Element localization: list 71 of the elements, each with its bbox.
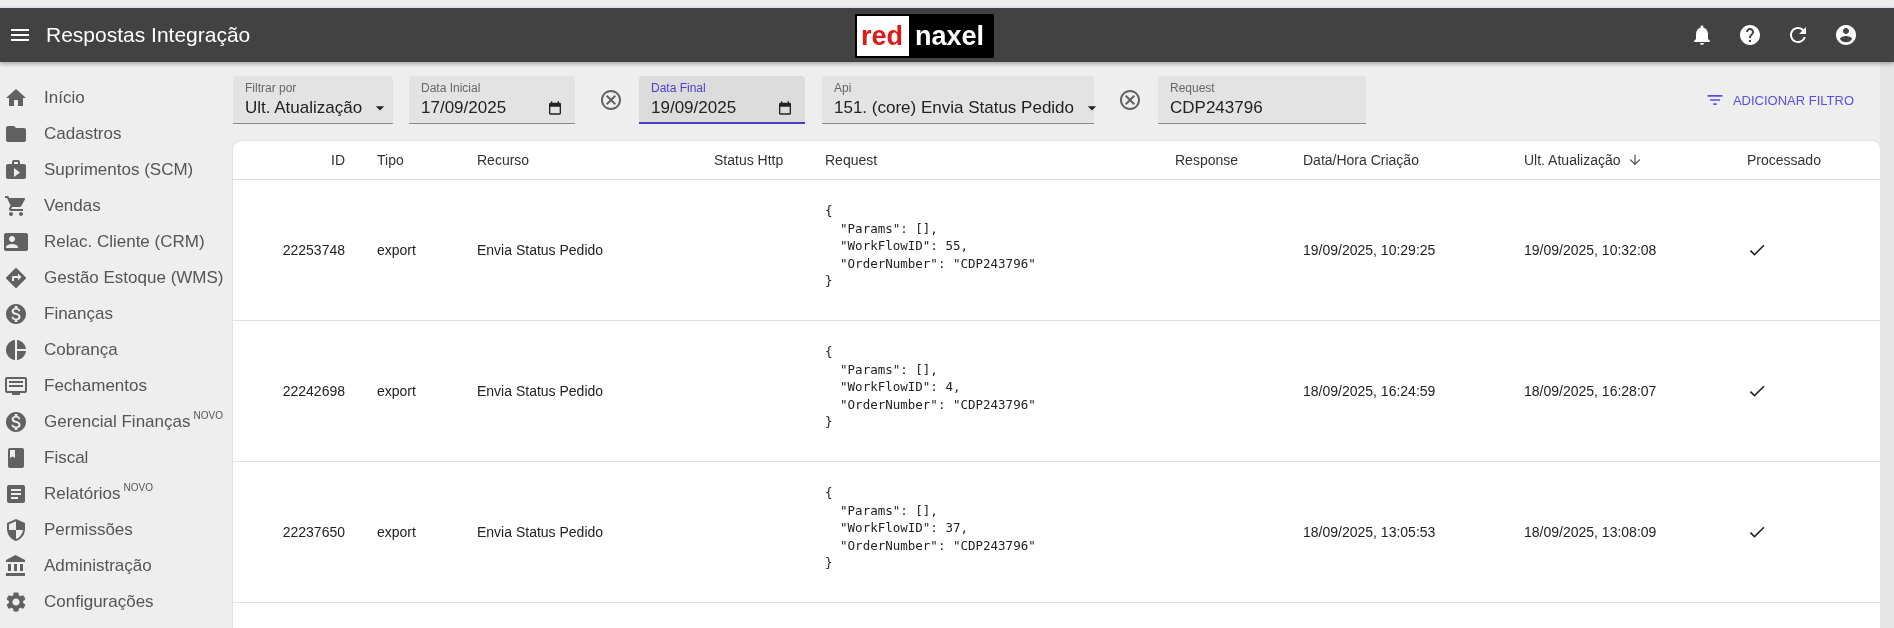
resource-cell: Envia Status Pedido	[477, 242, 604, 258]
scrollbar[interactable]	[1880, 62, 1894, 628]
sidebar-item[interactable]: Gerencial Finanças	[44, 412, 191, 432]
column-header[interactable]: Processado	[1747, 152, 1821, 168]
column-header[interactable]: Request	[825, 152, 878, 168]
updated-cell: 18/09/2025, 16:28:07	[1524, 383, 1657, 399]
sidebar-item[interactable]: Finanças	[44, 304, 113, 324]
column-header[interactable]: Recurso	[477, 152, 530, 168]
logo-text: red	[857, 16, 910, 56]
type-cell: export	[377, 524, 416, 540]
type-cell: export	[377, 242, 416, 258]
add-filter-button[interactable]: ADICIONAR FILTRO	[1694, 84, 1864, 116]
sidebar-item[interactable]: Permissões	[44, 520, 133, 540]
sidebar-item[interactable]: Relac. Cliente (CRM)	[44, 232, 205, 252]
date-field[interactable]: Data Final 19/09/2025	[639, 76, 805, 124]
column-header[interactable]: Data/Hora Criação	[1303, 152, 1419, 168]
cart-icon[interactable]	[4, 194, 28, 218]
request-json: { "Params": [], "WorkFlowID": 37, "OrderNumber": "CDP243796" }	[825, 484, 1036, 572]
sidebar-item[interactable]: Suprimentos (SCM)	[44, 160, 194, 180]
dollar-icon[interactable]	[4, 302, 28, 326]
page-title: Respostas Integração	[46, 23, 251, 47]
updated-cell: 18/09/2025, 13:08:09	[1524, 524, 1657, 540]
calendar-icon[interactable]	[547, 100, 563, 116]
resource-cell: Envia Status Pedido	[477, 524, 604, 540]
shield-icon[interactable]	[4, 518, 28, 542]
updated-cell: 19/09/2025, 10:32:08	[1524, 242, 1657, 258]
sidebar-item[interactable]: Início	[44, 88, 85, 108]
sidebar-item[interactable]: Fechamentos	[44, 376, 147, 396]
select-field[interactable]: Filtrar por Ult. Atualização	[233, 76, 393, 124]
resource-cell: Envia Status Pedido	[477, 383, 604, 399]
text-field[interactable]: Request CDP243796	[1158, 76, 1366, 124]
sidebar-item[interactable]: Vendas	[44, 196, 101, 216]
briefcase-icon[interactable]	[4, 158, 28, 182]
created-cell: 18/09/2025, 16:24:59	[1303, 383, 1436, 399]
new-label: NOVO	[123, 482, 153, 493]
clear-icon[interactable]	[599, 88, 623, 112]
sidebar-item[interactable]: Cobrança	[44, 340, 118, 360]
select-field[interactable]: Api 151. (core) Envia Status Pedido	[822, 76, 1094, 124]
column-header[interactable]: ID	[331, 152, 345, 168]
sidebar-item[interactable]: Administração	[44, 556, 152, 576]
sidebar-item[interactable]: Cadastros	[44, 124, 122, 144]
date-field[interactable]: Data Inicial 17/09/2025	[409, 76, 575, 124]
pie-chart-icon[interactable]	[4, 338, 28, 362]
contact-card-icon[interactable]	[4, 230, 28, 254]
created-cell: 19/09/2025, 10:29:25	[1303, 242, 1436, 258]
created-cell: 18/09/2025, 13:05:53	[1303, 524, 1436, 540]
column-header[interactable]: Response	[1175, 152, 1239, 168]
monitor-list-icon[interactable]	[4, 374, 28, 398]
column-header[interactable]: Ult. Atualização	[1524, 152, 1621, 168]
clear-icon[interactable]	[1118, 88, 1142, 112]
direction-sign-icon[interactable]	[4, 266, 28, 290]
sidebar-item[interactable]: Gestão Estoque (WMS)	[44, 268, 224, 288]
id-cell: 22253748	[282, 242, 345, 258]
new-label: NOVO	[193, 410, 223, 421]
sidebar-item[interactable]: Relatórios	[44, 484, 121, 504]
bank-icon[interactable]	[4, 554, 28, 578]
dollar-icon[interactable]	[4, 410, 28, 434]
column-header[interactable]: Status Http	[714, 152, 784, 168]
help-icon[interactable]	[1738, 23, 1762, 47]
settings-icon[interactable]	[4, 590, 28, 614]
request-json: { "Params": [], "WorkFlowID": 4, "OrderNumber": "CDP243796" }	[825, 343, 1036, 431]
id-cell: 22242698	[282, 383, 345, 399]
document-icon[interactable]	[4, 482, 28, 506]
type-cell: export	[377, 383, 416, 399]
column-header[interactable]: Tipo	[377, 152, 404, 168]
request-json: { "Params": [], "WorkFlowID": 55, "OrderNumber": "CDP243796" }	[825, 202, 1036, 290]
sidebar-item[interactable]: Configurações	[44, 592, 154, 612]
calendar-icon[interactable]	[777, 100, 793, 116]
id-cell: 22237650	[282, 524, 345, 540]
sidebar-item[interactable]: Fiscal	[44, 448, 89, 468]
account-icon[interactable]	[1834, 23, 1858, 47]
